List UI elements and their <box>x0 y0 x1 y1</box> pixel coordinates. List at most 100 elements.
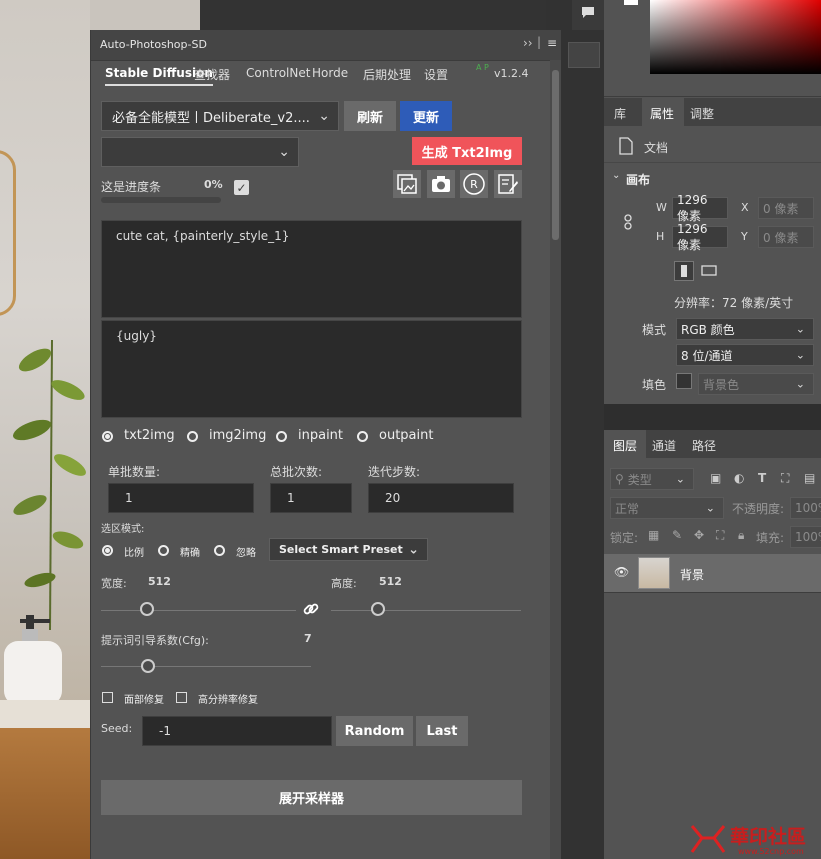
lock-transparent-icon[interactable]: ▦ <box>648 528 659 542</box>
model-select[interactable]: 必备全能模型丨Deliberate_v2.... ⌄ <box>101 101 339 131</box>
color-picker-field[interactable] <box>650 0 821 74</box>
mode-radio-txt2img[interactable] <box>102 431 113 442</box>
lock-all-icon[interactable]: 🔒︎ <box>738 528 744 543</box>
chevron-down-icon: ⌄ <box>318 108 330 124</box>
tab-post-processing[interactable]: 后期处理 <box>363 66 411 83</box>
refresh-button[interactable]: 刷新 <box>344 101 396 131</box>
opacity-field[interactable]: 100% <box>790 497 821 519</box>
mode-radio-outpaint[interactable] <box>357 431 368 442</box>
dock-button[interactable] <box>568 42 600 68</box>
selection-label-precise[interactable]: 精确 <box>180 544 200 559</box>
steps-input[interactable]: 20 <box>368 483 514 513</box>
hires-fix-checkbox[interactable] <box>176 692 187 703</box>
height-slider-track[interactable] <box>331 610 521 611</box>
link-dimensions-icon[interactable] <box>302 600 320 618</box>
mode-label-inpaint[interactable]: inpaint <box>298 428 343 443</box>
fill-swatch[interactable] <box>676 373 692 389</box>
smart-object-filter-icon[interactable]: ▤ <box>804 471 815 485</box>
mode-label-outpaint[interactable]: outpaint <box>379 428 433 443</box>
lock-artboard-icon[interactable]: ⛶ <box>716 528 724 543</box>
width-slider-thumb[interactable] <box>140 602 154 616</box>
batch-count-label: 总批次数: <box>270 465 323 479</box>
mode-radio-inpaint[interactable] <box>276 431 287 442</box>
tab-controlnet[interactable]: ControlNet <box>246 66 310 80</box>
tab-layers[interactable]: 图层 <box>613 437 637 454</box>
last-seed-button[interactable]: Last <box>416 716 468 746</box>
update-button[interactable]: 更新 <box>400 101 452 131</box>
tab-finder[interactable]: 查找器 <box>194 66 230 83</box>
cfg-slider-track[interactable] <box>101 666 311 667</box>
width-slider-track[interactable] <box>101 610 296 611</box>
tab-adjustments[interactable]: 调整 <box>690 105 714 122</box>
tab-channels[interactable]: 通道 <box>652 437 676 454</box>
chevron-down-icon: ⌄ <box>278 144 290 160</box>
foreground-swatch[interactable] <box>624 0 638 5</box>
layer-filter-select[interactable]: ⚲ 类型 ⌄ <box>610 468 694 490</box>
panel-menu-icon[interactable]: ≡ <box>547 36 557 50</box>
chevron-down-icon: ⌄ <box>795 322 805 336</box>
selection-label-ignore[interactable]: 忽略 <box>236 544 256 559</box>
image-gallery-button[interactable] <box>393 170 421 198</box>
height-field[interactable]: 1296 像素 <box>672 222 728 252</box>
chevron-down-icon[interactable]: ⌄ <box>612 170 620 181</box>
smart-preset-select[interactable]: Select Smart Preset ⌄ <box>269 538 428 561</box>
scrollbar-thumb[interactable] <box>552 70 559 240</box>
height-slider-thumb[interactable] <box>371 602 385 616</box>
selection-label-ratio[interactable]: 比例 <box>124 544 144 559</box>
selection-radio-ignore[interactable] <box>214 545 225 556</box>
seed-input[interactable]: -1 <box>142 716 332 746</box>
layer-row[interactable] <box>604 554 821 592</box>
edit-prompt-button[interactable] <box>494 170 522 198</box>
collapse-icon[interactable]: ›› <box>523 36 533 50</box>
tab-horde[interactable]: Horde <box>312 66 348 80</box>
eye-icon[interactable]: 👁︎ <box>614 565 629 579</box>
lock-pixels-icon[interactable]: ✎ <box>672 528 682 542</box>
reset-button[interactable]: R <box>460 170 488 198</box>
x-field[interactable]: 0 像素 <box>758 197 814 219</box>
tab-properties[interactable]: 属性 <box>650 105 674 122</box>
canvas-section-title[interactable]: 画布 <box>626 171 650 188</box>
positive-prompt-input[interactable]: cute cat, {painterly_style_1} <box>101 220 522 318</box>
lock-position-icon[interactable]: ✥ <box>694 528 704 542</box>
color-mode-select[interactable]: RGB 颜色 ⌄ <box>676 318 814 340</box>
cfg-slider-thumb[interactable] <box>141 659 155 673</box>
mode-label-txt2img[interactable]: txt2img <box>124 428 175 443</box>
selection-radio-ratio[interactable] <box>102 545 113 556</box>
layer-name[interactable]: 背景 <box>680 566 704 583</box>
landscape-orientation-button[interactable] <box>700 261 720 281</box>
width-field[interactable]: 1296 像素 <box>672 193 728 223</box>
watermark-url: www.52cnp.com <box>738 847 804 856</box>
selection-radio-precise[interactable] <box>158 545 169 556</box>
comment-button[interactable] <box>572 0 604 30</box>
negative-prompt-input[interactable]: {ugly} <box>101 320 522 418</box>
shape-filter-icon[interactable]: ⛶ <box>781 471 789 486</box>
batch-size-input[interactable]: 1 <box>108 483 254 513</box>
tab-paths[interactable]: 路径 <box>692 437 716 454</box>
width-label: W <box>656 201 667 214</box>
random-seed-button[interactable]: Random <box>336 716 413 746</box>
image-filter-icon[interactable]: ▣ <box>710 471 721 485</box>
layer-fill-field[interactable]: 100% <box>790 526 821 548</box>
mode-radio-img2img[interactable] <box>187 431 198 442</box>
adjustment-filter-icon[interactable]: ◐ <box>734 471 744 485</box>
tab-library[interactable]: 库 <box>614 105 626 122</box>
generate-txt2img-button[interactable]: 生成 Txt2Img <box>412 137 522 165</box>
y-field[interactable]: 0 像素 <box>758 226 814 248</box>
blend-mode-select[interactable]: 正常 ⌄ <box>610 497 724 519</box>
type-filter-icon[interactable]: T <box>758 471 766 485</box>
face-fix-label[interactable]: 面部修复 <box>124 691 164 706</box>
expand-sampler-button[interactable]: 展开采样器 <box>101 780 522 815</box>
tab-settings[interactable]: 设置 <box>424 66 448 83</box>
fill-select[interactable]: 背景色 ⌄ <box>698 373 814 395</box>
capture-button[interactable] <box>427 170 455 198</box>
portrait-orientation-button[interactable] <box>674 261 694 281</box>
document-canvas[interactable] <box>0 0 90 859</box>
batch-count-input[interactable]: 1 <box>270 483 352 513</box>
auto-checkbox[interactable]: ✓ <box>234 180 249 195</box>
face-fix-checkbox[interactable] <box>102 692 113 703</box>
bit-depth-select[interactable]: 8 位/通道 ⌄ <box>676 344 814 366</box>
secondary-select[interactable]: ⌄ <box>101 137 299 167</box>
hires-fix-label[interactable]: 高分辨率修复 <box>198 691 258 706</box>
mode-label-img2img[interactable]: img2img <box>209 428 266 443</box>
link-icon[interactable] <box>622 214 634 230</box>
